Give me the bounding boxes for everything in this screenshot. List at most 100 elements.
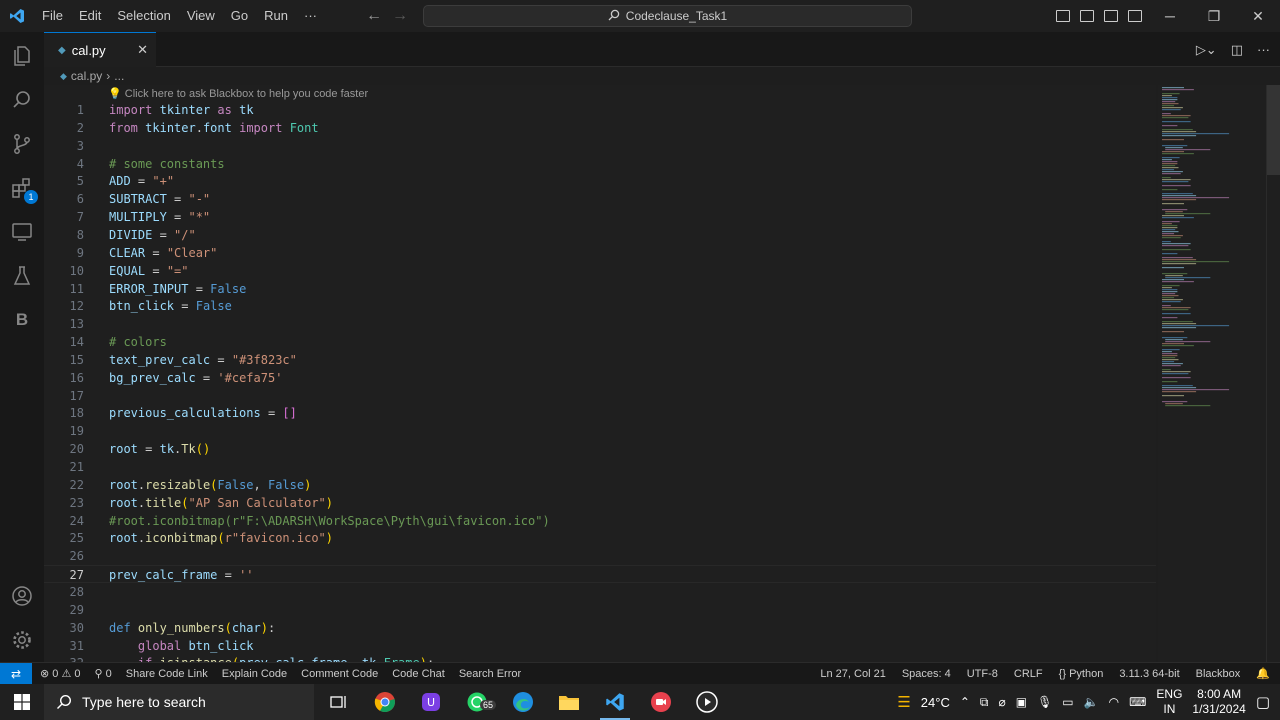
info-indicator[interactable]: ⚲ 0 (95, 667, 112, 680)
source-control-icon[interactable] (0, 122, 44, 166)
code-line[interactable]: 31 global btn_click (44, 637, 1156, 655)
end-of-line[interactable]: CRLF (1014, 668, 1043, 680)
toggle-panel-icon[interactable] (1080, 10, 1094, 22)
code-line[interactable]: 6 SUBTRACT = "-" (44, 190, 1156, 208)
minimap[interactable] (1158, 85, 1266, 662)
code-line[interactable]: 29 (44, 601, 1156, 619)
menu-selection[interactable]: Selection (109, 0, 178, 32)
line-code[interactable]: root.iconbitmap(r"favicon.ico") (109, 529, 333, 547)
code-line[interactable]: 22 root.resizable(False, False) (44, 476, 1156, 494)
line-code[interactable]: MULTIPLY = "*" (109, 208, 210, 226)
tab-cal-py[interactable]: ◆ cal.py ✕ (44, 32, 156, 67)
line-code[interactable]: #root.iconbitmap(r"F:\ADARSH\WorkSpace\P… (109, 512, 550, 530)
code-line[interactable]: 5 ADD = "+" (44, 172, 1156, 190)
code-line[interactable]: 30 def only_numbers(char): (44, 619, 1156, 637)
menu-view[interactable]: View (179, 0, 223, 32)
search-error-button[interactable]: Search Error (459, 668, 521, 680)
temperature[interactable]: 24°C (921, 695, 950, 710)
taskbar-search-box[interactable]: Type here to search (44, 684, 314, 720)
minimize-icon[interactable]: ─ (1148, 0, 1192, 32)
python-interpreter[interactable]: 3.11.3 64-bit (1119, 668, 1179, 680)
line-code[interactable]: global btn_click (109, 637, 254, 655)
code-line[interactable]: 24 #root.iconbitmap(r"F:\ADARSH\WorkSpace… (44, 512, 1156, 530)
notifications-bell-icon[interactable]: 🔔 (1256, 667, 1270, 680)
line-code[interactable]: bg_prev_calc = '#cefa75' (109, 369, 282, 387)
extensions-icon[interactable]: 1 (0, 166, 44, 210)
whatsapp-icon[interactable]: 65 (454, 684, 500, 720)
menu-more[interactable]: ··· (296, 0, 325, 32)
code-line[interactable]: 7 MULTIPLY = "*" (44, 208, 1156, 226)
customize-layout-icon[interactable] (1128, 10, 1142, 22)
line-code[interactable]: previous_calculations = [] (109, 404, 297, 422)
language-mode[interactable]: {} Python (1059, 668, 1104, 680)
weather-icon[interactable]: ☰ (897, 693, 910, 711)
restore-icon[interactable]: ❐ (1192, 0, 1236, 32)
code-line[interactable]: 14 # colors (44, 333, 1156, 351)
comment-code-button[interactable]: Comment Code (301, 668, 378, 680)
code-line[interactable]: 19 (44, 422, 1156, 440)
share-code-link-button[interactable]: Share Code Link (126, 668, 208, 680)
forward-arrow-icon[interactable]: → (392, 7, 408, 25)
menu-file[interactable]: File (34, 0, 71, 32)
close-window-icon[interactable]: ✕ (1236, 0, 1280, 32)
line-code[interactable]: import tkinter as tk (109, 101, 254, 119)
remote-explorer-icon[interactable] (0, 210, 44, 254)
line-code[interactable]: SUBTRACT = "-" (109, 190, 210, 208)
menu-edit[interactable]: Edit (71, 0, 109, 32)
line-code[interactable]: # colors (109, 333, 167, 351)
scrollbar-thumb[interactable] (1267, 85, 1280, 175)
volume-icon[interactable]: 🔈 (1084, 695, 1099, 709)
indentation[interactable]: Spaces: 4 (902, 668, 951, 680)
code-line[interactable]: 21 (44, 458, 1156, 476)
menu-go[interactable]: Go (223, 0, 256, 32)
blackbox-status[interactable]: Blackbox (1196, 668, 1241, 680)
code-line[interactable]: 18 previous_calculations = [] (44, 404, 1156, 422)
code-line[interactable]: 27 prev_calc_frame = '' (44, 565, 1156, 584)
explorer-icon[interactable] (0, 34, 44, 78)
code-line[interactable]: 1 import tkinter as tk (44, 101, 1156, 119)
code-line[interactable]: 15 text_prev_calc = "#3f823c" (44, 351, 1156, 369)
chrome-icon[interactable] (362, 684, 408, 720)
line-code[interactable]: def only_numbers(char): (109, 619, 275, 637)
code-line[interactable]: 13 (44, 315, 1156, 333)
toggle-secondary-sidebar-icon[interactable] (1104, 10, 1118, 22)
input-language[interactable]: ENG IN (1156, 687, 1182, 717)
line-code[interactable]: EQUAL = "=" (109, 262, 189, 280)
blackbox-icon[interactable]: B (0, 298, 44, 342)
file-explorer-icon[interactable] (546, 684, 592, 720)
display-icon[interactable]: ▣ (1016, 695, 1027, 709)
line-code[interactable]: DIVIDE = "/" (109, 226, 196, 244)
code-line[interactable]: 28 (44, 583, 1156, 601)
blackbox-codelens[interactable]: 💡 Click here to ask Blackbox to help you… (108, 87, 368, 100)
code-line[interactable]: 23 root.title("AP San Calculator") (44, 494, 1156, 512)
media-player-icon[interactable] (684, 684, 730, 720)
line-code[interactable]: text_prev_calc = "#3f823c" (109, 351, 297, 369)
toggle-primary-sidebar-icon[interactable] (1056, 10, 1070, 22)
run-python-file-icon[interactable]: ▷⌄ (1196, 42, 1217, 58)
battery-icon[interactable]: ▭ (1062, 695, 1073, 709)
code-line[interactable]: 17 (44, 387, 1156, 405)
more-actions-icon[interactable]: ··· (1257, 42, 1270, 57)
code-line[interactable]: 3 (44, 137, 1156, 155)
breadcrumb-file[interactable]: cal.py (71, 69, 102, 83)
screen-recorder-icon[interactable] (638, 684, 684, 720)
code-line[interactable]: 11 ERROR_INPUT = False (44, 280, 1156, 298)
wifi-icon[interactable]: ◠ (1109, 695, 1119, 709)
code-line[interactable]: 9 CLEAR = "Clear" (44, 244, 1156, 262)
search-icon[interactable] (0, 78, 44, 122)
cursor-position[interactable]: Ln 27, Col 21 (820, 668, 885, 680)
chevron-up-icon[interactable]: ⌃ (960, 695, 970, 709)
split-editor-icon[interactable]: ◫ (1231, 42, 1243, 58)
command-center-search[interactable]: Codeclause_Task1 (423, 5, 912, 27)
code-line[interactable]: 20 root = tk.Tk() (44, 440, 1156, 458)
breadcrumb-symbols[interactable]: ... (114, 69, 124, 83)
line-code[interactable]: CLEAR = "Clear" (109, 244, 217, 262)
line-code[interactable]: # some constants (109, 155, 225, 173)
meet-now-icon[interactable]: ⧉ (980, 695, 989, 710)
code-line[interactable]: 12 btn_click = False (44, 297, 1156, 315)
code-line[interactable]: 4 # some constants (44, 155, 1156, 173)
encoding[interactable]: UTF-8 (967, 668, 998, 680)
code-editor[interactable]: 💡 Click here to ask Blackbox to help you… (44, 85, 1156, 662)
code-line[interactable]: 2 from tkinter.font import Font (44, 119, 1156, 137)
line-code[interactable]: root.resizable(False, False) (109, 476, 311, 494)
